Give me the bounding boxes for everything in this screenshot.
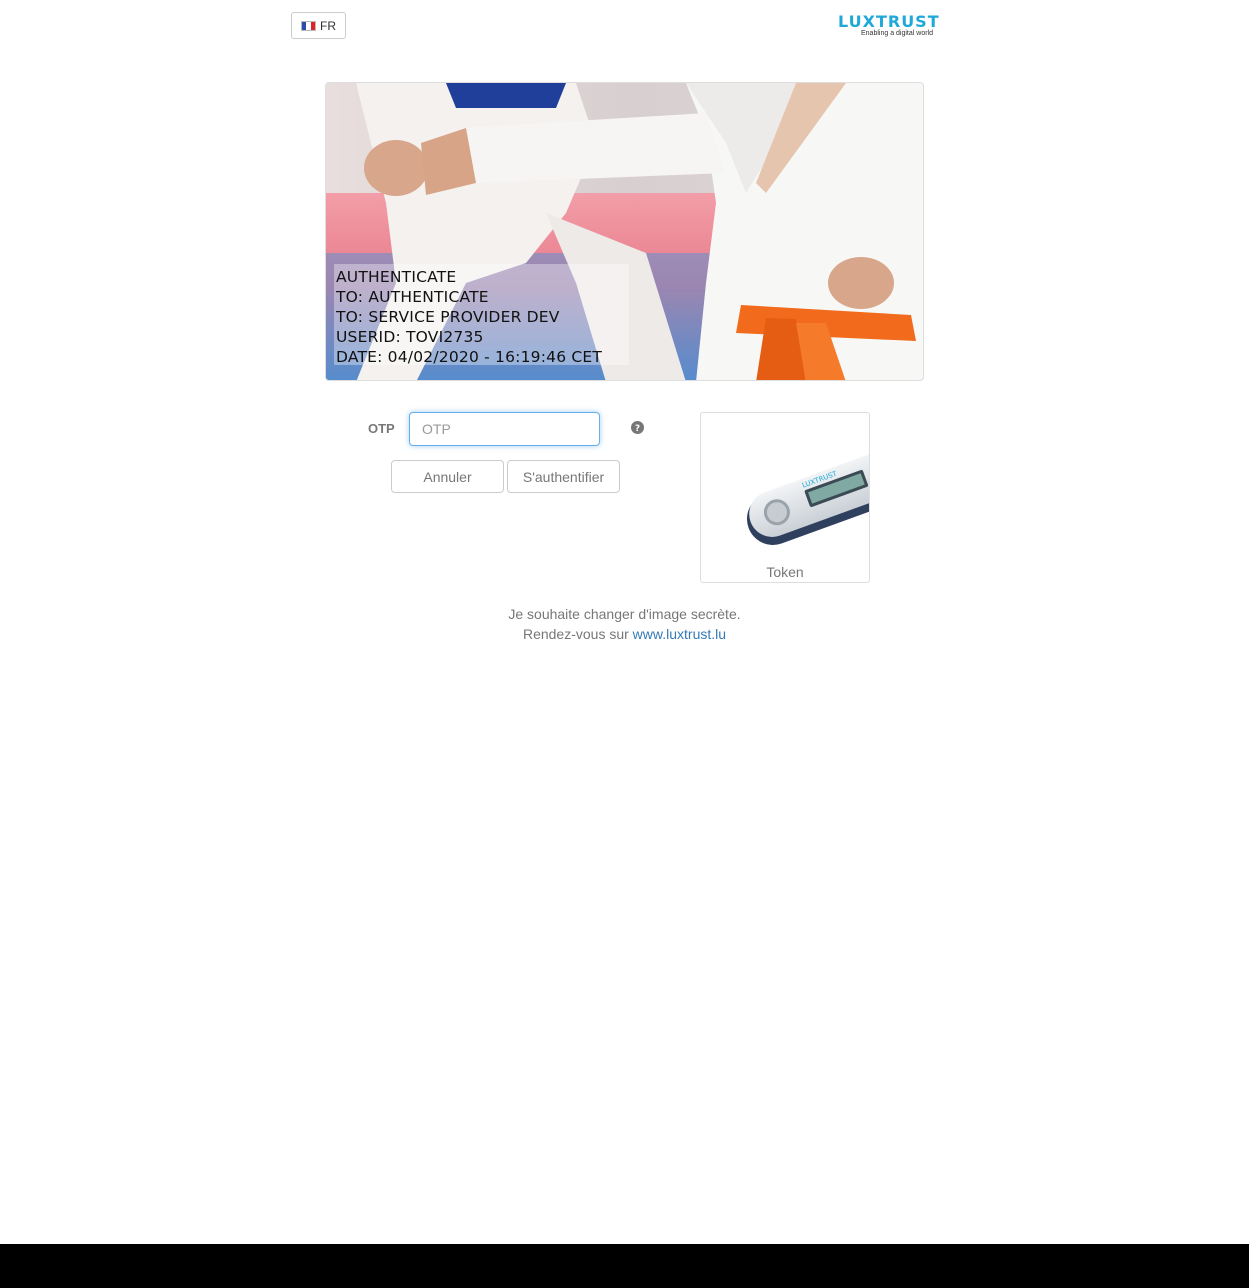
flag-fr-icon: [301, 20, 316, 31]
logo-wordmark: LUXTRUST: [838, 12, 940, 31]
secret-line: USERID: TOVI2735: [336, 328, 484, 346]
luxtrust-link[interactable]: www.luxtrust.lu: [633, 626, 726, 642]
secret-line: DATE: 04/02/2020 - 16:19:46 CET: [336, 348, 603, 366]
token-device-icon: LUXTRUST: [746, 443, 869, 545]
token-label: Token: [766, 564, 804, 580]
otp-input[interactable]: [409, 412, 600, 446]
secret-line: TO: SERVICE PROVIDER DEV: [336, 308, 560, 326]
logo-tagline: Enabling a digital world: [861, 30, 933, 37]
bottom-bar: [0, 1244, 1249, 1288]
language-code: FR: [320, 18, 336, 33]
secret-image: AUTHENTICATE TO: AUTHENTICATE TO: SERVIC…: [325, 82, 924, 381]
secret-message: AUTHENTICATE TO: AUTHENTICATE TO: SERVIC…: [336, 267, 602, 367]
secret-line: AUTHENTICATE: [336, 268, 457, 286]
change-image-text: Je souhaite changer d'image secrète.: [508, 606, 741, 622]
token-device-card[interactable]: LUXTRUST Token: [700, 412, 870, 583]
authenticate-button[interactable]: S'authentifier: [507, 460, 620, 493]
cancel-button[interactable]: Annuler: [391, 460, 504, 493]
otp-label: OTP: [368, 421, 395, 436]
luxtrust-logo: LUXTRUST Enabling a digital world: [837, 12, 959, 38]
footer-info: Je souhaite changer d'image secrète. Ren…: [0, 604, 1249, 644]
secret-line: TO: AUTHENTICATE: [336, 288, 489, 306]
question-circle-icon[interactable]: ?: [631, 421, 644, 434]
language-button[interactable]: FR: [291, 12, 346, 39]
svg-text:?: ?: [635, 424, 640, 434]
visit-text: Rendez-vous sur: [522, 626, 629, 642]
